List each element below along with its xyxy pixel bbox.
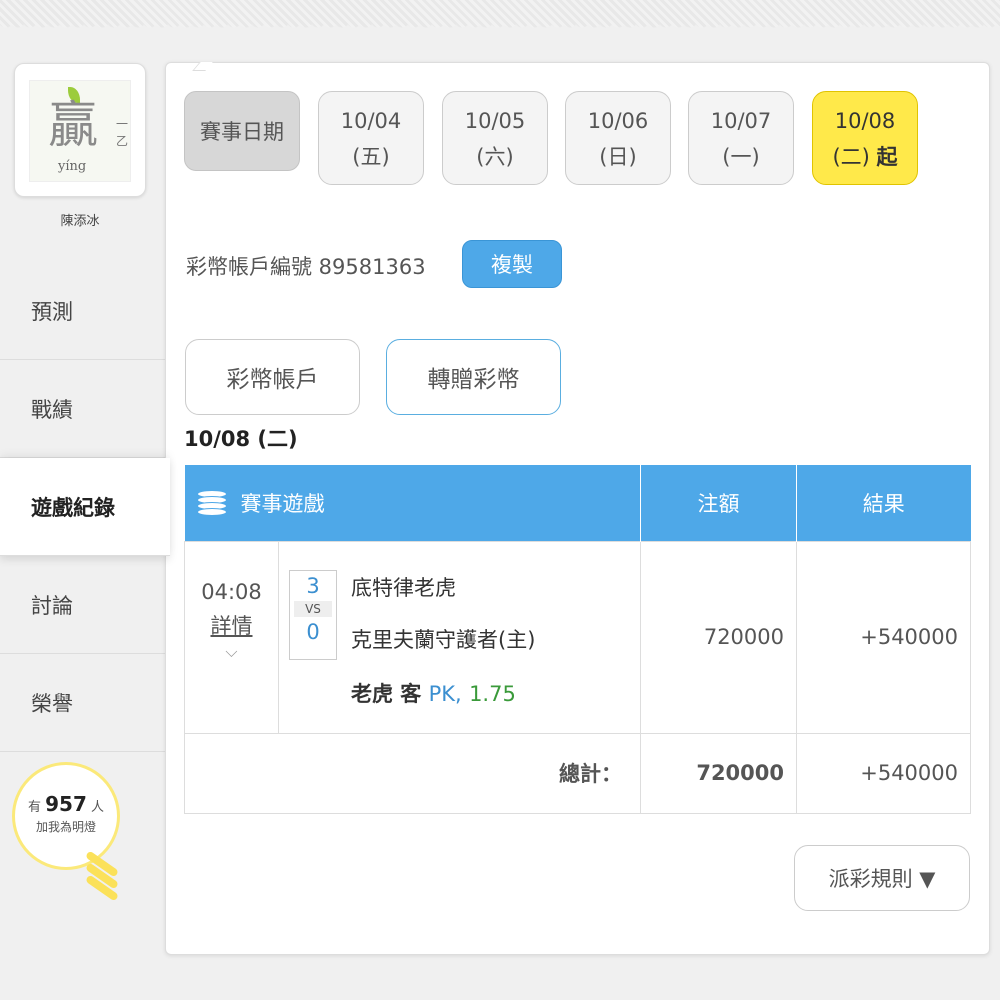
main-panel: 賽事日期 10/04 (五) 10/05 (六) 10/06 (日) 10/07… bbox=[165, 62, 990, 955]
tab-coin-account[interactable]: 彩幣帳戶 bbox=[185, 339, 360, 415]
lightbulb-icon bbox=[84, 850, 120, 902]
date-button-1005[interactable]: 10/05 (六) bbox=[442, 91, 548, 185]
coin-stack-icon bbox=[196, 489, 227, 516]
username: 陳添冰 bbox=[60, 214, 100, 229]
sidebar-item-label: 討論 bbox=[31, 593, 73, 618]
sidebar-item-label: 遊戲紀錄 bbox=[31, 495, 115, 520]
team-away: 底特律老虎 bbox=[351, 575, 456, 600]
follower-count: 957 bbox=[45, 792, 87, 816]
score-home: 0 bbox=[306, 619, 320, 644]
time-cell: 04:08 詳情 ⌵ bbox=[184, 540, 279, 734]
avatar-card[interactable]: 贏 一乙 yíng bbox=[14, 63, 146, 197]
date-button-1008[interactable]: 10/08 (二) 起 bbox=[812, 91, 918, 185]
follower-prefix: 有 bbox=[27, 800, 41, 815]
follow-label: 加我為明燈 bbox=[35, 820, 96, 834]
match-cell: 3 VS 0 底特律老虎 克里夫蘭守護者(主) 老虎 客 PK, 1.75 bbox=[278, 540, 641, 734]
follow-bulb-button[interactable]: 有 957 人 加我為明燈 bbox=[12, 762, 120, 870]
pick-odds: 1.75 bbox=[469, 681, 516, 706]
date-value: 10/05 bbox=[464, 109, 526, 133]
date-dow-line: (二) 起 bbox=[813, 139, 917, 175]
score-box: 3 VS 0 bbox=[289, 569, 337, 660]
sidebar-item-label: 戰績 bbox=[31, 397, 73, 422]
date-dow: (一) bbox=[722, 145, 760, 169]
sidebar-item-record[interactable]: 戰績 bbox=[0, 360, 165, 458]
sidebar-item-predict[interactable]: 預測 bbox=[0, 263, 165, 360]
chevron-down-icon[interactable]: ⌵ bbox=[185, 642, 278, 662]
header-result: 結果 bbox=[796, 465, 971, 541]
sidebar-item-game-history[interactable]: 遊戲紀錄 bbox=[0, 458, 170, 556]
team-home: 克里夫蘭守護者(主) bbox=[351, 627, 536, 652]
tab-transfer-coins[interactable]: 轉贈彩幣 bbox=[386, 339, 561, 415]
sidebar-item-discussion[interactable]: 討論 bbox=[0, 556, 165, 654]
follower-suffix: 人 bbox=[91, 800, 105, 815]
bet-pick: 老虎 客 PK, 1.75 bbox=[351, 678, 516, 708]
bet-result: +540000 bbox=[796, 540, 971, 734]
header-game-label: 賽事遊戲 bbox=[240, 491, 325, 516]
pick-type: PK, bbox=[428, 681, 462, 706]
sidebar-nav: 預測 戰績 遊戲紀錄 討論 榮譽 bbox=[0, 263, 170, 752]
date-value: 10/07 bbox=[710, 109, 772, 133]
sidebar-item-label: 預測 bbox=[31, 300, 73, 324]
top-decoration bbox=[0, 0, 1000, 34]
table-row: 04:08 詳情 ⌵ 3 VS 0 底特律老虎 克里夫蘭守護者(主) 老虎 客 … bbox=[184, 540, 971, 734]
payout-rules-button[interactable]: 派彩規則 ▼ bbox=[794, 845, 970, 911]
date-button-1004[interactable]: 10/04 (五) bbox=[318, 91, 424, 185]
date-suffix: 起 bbox=[876, 145, 898, 169]
total-amount: 720000 bbox=[640, 732, 797, 814]
date-value: 10/06 bbox=[587, 109, 649, 133]
vs-label: VS bbox=[294, 600, 332, 617]
total-row: 總計： 720000 +540000 bbox=[184, 732, 971, 814]
game-time: 04:08 bbox=[201, 579, 262, 604]
date-value: 10/08 bbox=[834, 109, 896, 133]
avatar: 贏 一乙 yíng bbox=[29, 80, 131, 182]
score-away: 3 bbox=[306, 573, 320, 598]
follower-count-line: 有 957 人 bbox=[15, 792, 117, 816]
selected-date-heading: 10/08 (二) bbox=[184, 427, 298, 451]
sidebar-item-honors[interactable]: 榮譽 bbox=[0, 654, 165, 752]
header-game: 賽事遊戲 bbox=[184, 465, 641, 541]
date-dow: (二) bbox=[832, 145, 870, 169]
total-label: 總計： bbox=[184, 732, 641, 814]
date-dow: (六) bbox=[476, 145, 514, 169]
pick-team: 老虎 客 bbox=[351, 681, 422, 706]
total-result: +540000 bbox=[796, 732, 971, 814]
date-dow: (日) bbox=[599, 145, 637, 169]
match-date-label: 賽事日期 bbox=[184, 91, 300, 171]
account-number: 彩幣帳戶編號 89581363 bbox=[186, 255, 426, 279]
date-value: 10/04 bbox=[340, 109, 402, 133]
avatar-character: 贏 bbox=[48, 96, 98, 154]
avatar-side-mark: 一乙 bbox=[116, 117, 129, 148]
date-button-1006[interactable]: 10/06 (日) bbox=[565, 91, 671, 185]
detail-link[interactable]: 詳情 bbox=[185, 610, 278, 640]
header-amount: 注額 bbox=[640, 465, 797, 541]
copy-button[interactable]: 複製 bbox=[462, 240, 562, 288]
sidebar-item-label: 榮譽 bbox=[31, 691, 73, 716]
date-button-1007[interactable]: 10/07 (一) bbox=[688, 91, 794, 185]
bet-amount: 720000 bbox=[640, 540, 797, 734]
date-dow: (五) bbox=[352, 145, 390, 169]
avatar-pinyin: yíng bbox=[58, 159, 87, 174]
game-records-table: 賽事遊戲 注額 結果 04:08 詳情 ⌵ 3 VS 0 底特律老虎 克里夫蘭守… bbox=[184, 465, 971, 814]
